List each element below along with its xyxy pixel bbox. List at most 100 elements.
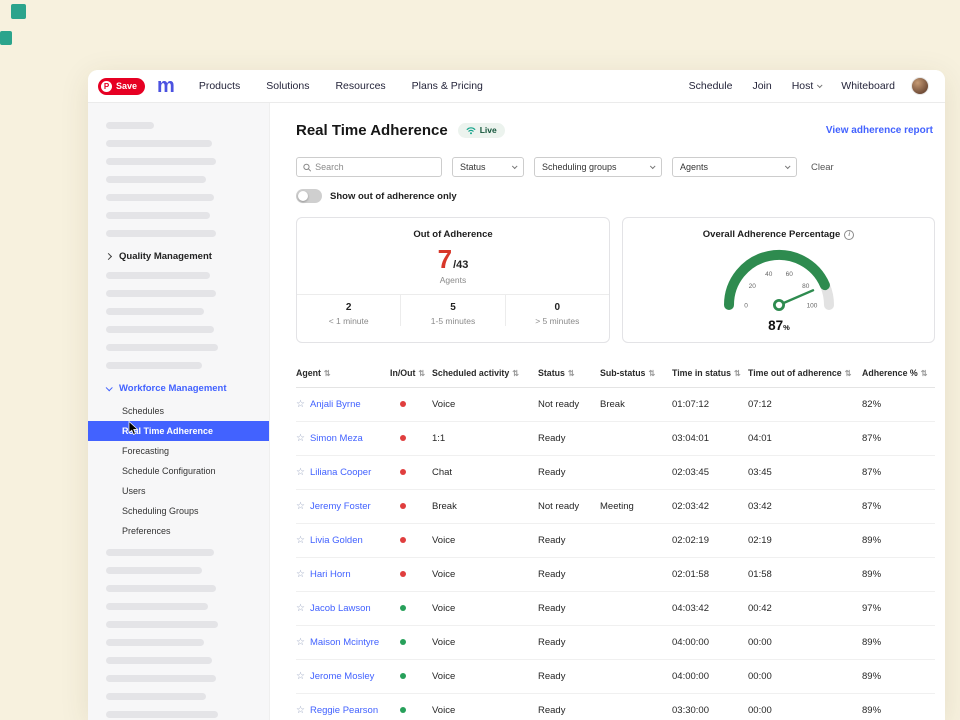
clear-filters-link[interactable]: Clear	[811, 162, 834, 173]
column-header-time-out-of-adherence[interactable]: Time out of adherence⇅	[748, 368, 862, 378]
table-row: ☆Hari HornVoiceReady02:01:5801:5889%	[296, 558, 935, 592]
star-icon[interactable]: ☆	[296, 433, 305, 444]
miro-logo[interactable]: m	[157, 76, 175, 96]
agents-filter-label: Agents	[680, 162, 708, 172]
agent-cell: ☆ Jeremy Foster	[296, 501, 390, 512]
decor-teal-square-2	[0, 31, 12, 45]
time-out-of-adherence-cell: 04:01	[748, 433, 862, 444]
agent-link[interactable]: Livia Golden	[310, 535, 363, 546]
sidebar-item-real-time-adherence[interactable]: Real Time Adherence	[88, 421, 269, 441]
column-header-sub-status[interactable]: Sub-status⇅	[600, 368, 672, 378]
agent-cell: ☆ Anjali Byrne	[296, 399, 390, 410]
skeleton-bar	[106, 603, 208, 610]
nav-link-join[interactable]: Join	[752, 80, 771, 92]
bucket-1-minute: 2< 1 minute	[297, 295, 400, 326]
nav-link-resources[interactable]: Resources	[335, 80, 385, 92]
info-icon[interactable]: i	[844, 230, 854, 240]
scheduled-activity-cell: Voice	[432, 637, 538, 648]
star-icon[interactable]: ☆	[296, 399, 305, 410]
column-header-status[interactable]: Status⇅	[538, 368, 600, 378]
star-icon[interactable]: ☆	[296, 603, 305, 614]
star-icon[interactable]: ☆	[296, 705, 305, 716]
sidebar-item-schedule-configuration[interactable]: Schedule Configuration	[88, 461, 269, 481]
nav-link-schedule[interactable]: Schedule	[689, 80, 733, 92]
agent-link[interactable]: Jerome Mosley	[310, 671, 374, 682]
column-header-scheduled-activity[interactable]: Scheduled activity⇅	[432, 368, 538, 378]
column-header-time-in-status[interactable]: Time in status⇅	[672, 368, 748, 378]
out-of-adherence-dot	[400, 401, 406, 407]
sidebar-item-schedules[interactable]: Schedules	[88, 401, 269, 421]
search-box[interactable]	[296, 157, 442, 177]
agents-filter-select[interactable]: Agents	[672, 157, 797, 177]
live-badge: Live	[458, 123, 505, 138]
pinterest-save-button[interactable]: P Save	[98, 78, 145, 95]
sidebar-item-users[interactable]: Users	[88, 481, 269, 501]
search-input[interactable]	[315, 162, 435, 172]
sidebar-item-workforce-management[interactable]: Workforce Management	[88, 380, 269, 397]
agent-link[interactable]: Reggie Pearson	[310, 705, 378, 716]
gauge-value-arc	[728, 255, 824, 305]
user-avatar[interactable]	[911, 77, 929, 95]
gauge-card-title: Overall Adherence Percentage	[703, 229, 840, 240]
nav-link-host[interactable]: Host	[792, 80, 822, 92]
workforce-submenu: SchedulesReal Time AdherenceForecastingS…	[88, 401, 269, 541]
time-in-status-cell: 02:03:45	[672, 467, 748, 478]
agent-link[interactable]: Simon Meza	[310, 433, 363, 444]
time-in-status-cell: 02:02:19	[672, 535, 748, 546]
sort-icon: ⇅	[921, 369, 928, 378]
star-icon[interactable]: ☆	[296, 467, 305, 478]
skeleton-bar	[106, 711, 218, 718]
nav-link-plans-pricing[interactable]: Plans & Pricing	[412, 80, 483, 92]
nav-link-whiteboard[interactable]: Whiteboard	[841, 80, 895, 92]
scheduled-activity-cell: Voice	[432, 705, 538, 716]
agent-link[interactable]: Jeremy Foster	[310, 501, 371, 512]
sort-icon: ⇅	[845, 369, 852, 378]
inout-cell	[390, 637, 432, 648]
agent-link[interactable]: Jacob Lawson	[310, 603, 371, 614]
sidebar-item-preferences[interactable]: Preferences	[88, 521, 269, 541]
status-filter-select[interactable]: Status	[452, 157, 524, 177]
star-icon[interactable]: ☆	[296, 535, 305, 546]
sort-icon: ⇅	[512, 369, 519, 378]
scheduling-groups-select[interactable]: Scheduling groups	[534, 157, 662, 177]
status-cell: Ready	[538, 637, 600, 648]
scheduled-activity-cell: Voice	[432, 603, 538, 614]
inout-cell	[390, 501, 432, 512]
in-adherence-dot	[400, 707, 406, 713]
bucket-value: 0	[506, 302, 609, 313]
agent-link[interactable]: Liliana Cooper	[310, 467, 371, 478]
agent-link[interactable]: Anjali Byrne	[310, 399, 361, 410]
out-of-adherence-dot	[400, 503, 406, 509]
toggle-row: Show out of adherence only	[296, 189, 935, 203]
column-header-adherence[interactable]: Adherence %⇅	[862, 368, 935, 378]
agent-cell: ☆ Hari Horn	[296, 569, 390, 580]
time-out-of-adherence-cell: 03:45	[748, 467, 862, 478]
column-header-in-out[interactable]: In/Out⇅	[390, 368, 432, 378]
nav-link-solutions[interactable]: Solutions	[266, 80, 309, 92]
column-header-agent[interactable]: Agent⇅	[296, 368, 390, 378]
summary-cards-row: Out of Adherence 7/43 Agents 2< 1 minute…	[296, 217, 935, 343]
column-header-label: Scheduled activity	[432, 368, 509, 378]
main-content: Real Time Adherence Live View adherence …	[270, 103, 945, 720]
inout-cell	[390, 433, 432, 444]
bucket-label: > 5 minutes	[506, 316, 609, 326]
view-adherence-report-link[interactable]: View adherence report	[826, 125, 933, 136]
sidebar-item-scheduling-groups[interactable]: Scheduling Groups	[88, 501, 269, 521]
sort-icon: ⇅	[648, 369, 655, 378]
toggle-knob	[298, 191, 308, 201]
agent-link[interactable]: Maison Mcintyre	[310, 637, 379, 648]
star-icon[interactable]: ☆	[296, 671, 305, 682]
star-icon[interactable]: ☆	[296, 637, 305, 648]
sidebar-item-forecasting[interactable]: Forecasting	[88, 441, 269, 461]
star-icon[interactable]: ☆	[296, 501, 305, 512]
sub-status-cell: Meeting	[600, 501, 672, 512]
out-of-adherence-toggle[interactable]	[296, 189, 322, 203]
gauge-value-label: 87%	[768, 318, 790, 333]
adherence-percent-cell: 89%	[862, 705, 935, 716]
nav-link-products[interactable]: Products	[199, 80, 240, 92]
bucket-label: 1-5 minutes	[401, 316, 504, 326]
agent-link[interactable]: Hari Horn	[310, 569, 351, 580]
skeleton-bar	[106, 230, 216, 237]
sidebar-item-quality-management[interactable]: Quality Management	[88, 248, 269, 265]
star-icon[interactable]: ☆	[296, 569, 305, 580]
